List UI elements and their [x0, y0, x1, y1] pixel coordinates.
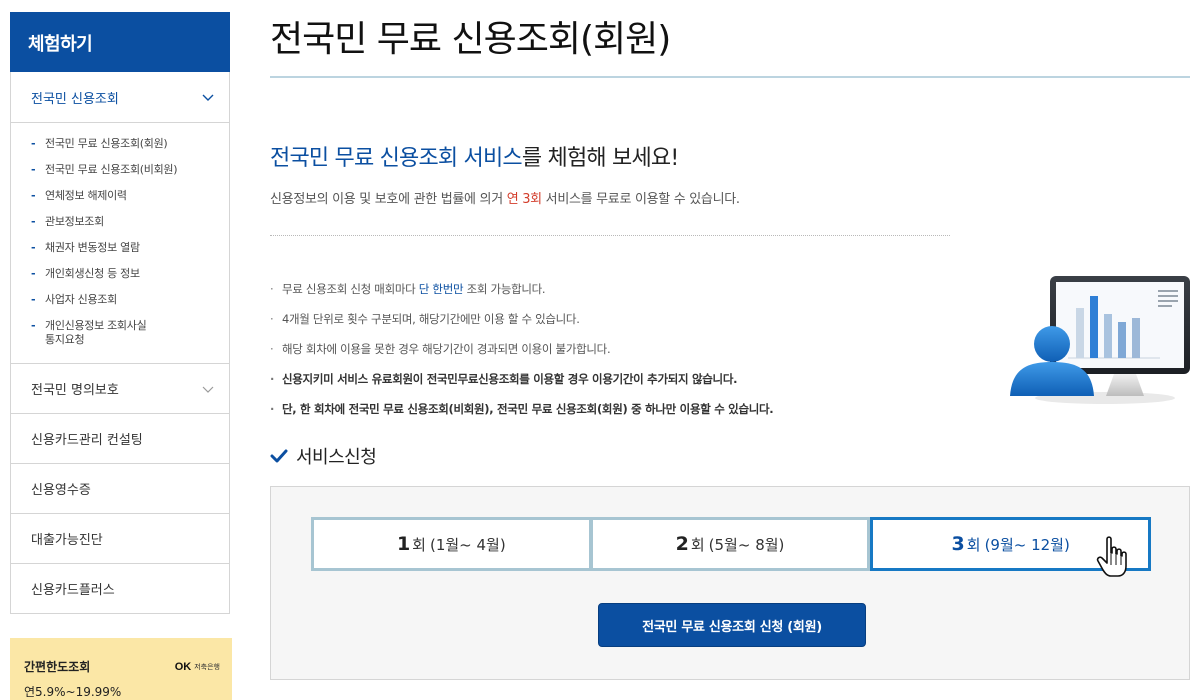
round-number: 1	[396, 533, 411, 555]
notice-text: 4개월 단위로 횟수 구분되며, 해당기간에만 이용 할 수 있습니다.	[282, 312, 580, 326]
ok-savings-bank-logo: OK 저축은행	[175, 661, 220, 673]
sidebar-title: 체험하기	[10, 12, 230, 72]
dash-icon: -	[31, 189, 36, 202]
round-number: 2	[675, 533, 689, 555]
sidebar-menu: 전국민 신용조회 - 전국민 무료 신용조회(회원) - 전국민 무료 신용조회(비…	[10, 72, 230, 614]
submenu-label: 개인신용정보 조회사실 통지요청	[45, 319, 147, 346]
sidebar: 체험하기 전국민 신용조회 - 전국민 무료 신용조회(회원) - 전국민 무료 신…	[10, 12, 230, 614]
chevron-down-icon	[202, 386, 214, 393]
promo-rate: 연5.9%~19.99%	[24, 685, 122, 699]
hand-pointer-cursor-icon	[1096, 536, 1127, 577]
notice-item: · 4개월 단위로 횟수 구분되며, 해당기간에만 이용 할 수 있습니다.	[270, 311, 970, 341]
notice-item: · 해당 회차에 이용을 못한 경우 해당기간이 경과되면 이용이 불가합니다.	[270, 341, 970, 371]
sidebar-item-national-credit-inquiry[interactable]: 전국민 신용조회	[11, 72, 229, 122]
round-unit: 회	[966, 535, 981, 554]
service-title: 서비스신청	[296, 447, 377, 468]
bullet-icon: ·	[270, 372, 275, 386]
dash-icon: -	[31, 319, 36, 332]
promo-title: 간편한도조회	[24, 660, 91, 674]
bullet-icon: ·	[270, 402, 275, 416]
logo-subtext: 저축은행	[194, 662, 220, 671]
notice-text: 신용지키미 서비스 유료회원이 전국민무료신용조회를 이용할 경우 이용기간이 …	[282, 372, 738, 386]
sidebar-submenu: - 전국민 무료 신용조회(회원) - 전국민 무료 신용조회(비회원) - 연체정보…	[11, 122, 229, 363]
round-period: (9월~ 12월)	[984, 535, 1070, 554]
title-divider	[270, 76, 1190, 78]
dash-icon: -	[31, 215, 36, 228]
notice-text: 해당 회차에 이용을 못한 경우 해당기간이 경과되면 이용이 불가합니다.	[282, 342, 611, 356]
dash-icon: -	[31, 137, 36, 150]
notice-text: 무료 신용조회 신청 매회마다	[282, 282, 419, 296]
notice-text: 단, 한 회차에 전국민 무료 신용조회(비회원), 전국민 무료 신용조회(회…	[282, 402, 774, 416]
round-number: 3	[951, 533, 965, 555]
sidebar-item-label: 신용카드관리 컨설팅	[31, 433, 143, 448]
bullet-icon: ·	[270, 342, 274, 356]
intro-heading: 전국민 무료 신용조회 서비스를 체험해 보세요!	[270, 140, 679, 172]
dash-icon: -	[31, 241, 36, 254]
intro-rest: 를 체험해 보세요!	[521, 146, 679, 171]
intro-description: 신용정보의 이용 및 보호에 관한 법률에 의거 연 3회 서비스를 무료로 이…	[270, 188, 740, 207]
intro-highlight: 전국민 무료 신용조회 서비스	[270, 146, 523, 171]
notice-item: · 단, 한 회차에 전국민 무료 신용조회(비회원), 전국민 무료 신용조회(…	[270, 401, 970, 431]
sidebar-item-credit-receipt[interactable]: 신용영수증	[11, 463, 229, 513]
submenu-item-gazette-inquiry[interactable]: - 관보정보조회	[31, 215, 229, 229]
desc-text: 신용정보의 이용 및 보호에 관한 법률에 의거	[270, 192, 507, 207]
round-2-option[interactable]: 2 회 (5월~ 8월)	[591, 517, 871, 571]
sidebar-item-label: 전국민 신용조회	[31, 91, 119, 107]
sidebar-item-loan-diagnosis[interactable]: 대출가능진단	[11, 513, 229, 563]
submenu-label: 전국민 무료 신용조회(비회원)	[45, 163, 178, 176]
submenu-label: 개인회생신청 등 정보	[45, 267, 140, 280]
submenu-label: 연체정보 해제이력	[45, 189, 127, 202]
logo-text: OK	[174, 660, 192, 673]
service-panel: 1 회 (1월~ 4월) 2 회 (5월~ 8월) 3 회 (9월~ 12월) …	[270, 486, 1190, 680]
submenu-item-rehabilitation-info[interactable]: - 개인회생신청 등 정보	[31, 267, 229, 281]
dash-icon: -	[31, 293, 36, 306]
round-period: (5월~ 8월)	[708, 535, 785, 554]
submenu-label: 채권자 변동정보 열람	[45, 241, 140, 254]
chevron-up-icon	[202, 94, 214, 101]
desc-highlight: 연 3회	[506, 192, 542, 207]
submenu-label: 관보정보조회	[45, 215, 104, 228]
check-icon	[270, 449, 288, 463]
sidebar-item-identity-protection[interactable]: 전국민 명의보호	[11, 363, 229, 413]
round-period: (1월~ 4월)	[429, 535, 506, 554]
submenu-item-free-inquiry-member[interactable]: - 전국민 무료 신용조회(회원)	[31, 137, 229, 151]
sidebar-item-card-consulting[interactable]: 신용카드관리 컨설팅	[11, 413, 229, 463]
sidebar-item-label: 신용카드플러스	[31, 583, 115, 598]
submenu-item-delinquency-history[interactable]: - 연체정보 해제이력	[31, 189, 229, 203]
page-title: 전국민 무료 신용조회(회원)	[270, 19, 671, 60]
submenu-item-inquiry-notification[interactable]: - 개인신용정보 조회사실 통지요청	[31, 319, 229, 347]
dash-icon: -	[31, 267, 36, 280]
notice-item: · 무료 신용조회 신청 매회마다 단 한번만 조회 가능합니다.	[270, 281, 970, 311]
apply-button[interactable]: 전국민 무료 신용조회 신청 (회원)	[598, 603, 866, 647]
sidebar-item-card-plus[interactable]: 신용카드플러스	[11, 563, 229, 613]
submenu-item-business-inquiry[interactable]: - 사업자 신용조회	[31, 293, 229, 307]
round-1-option[interactable]: 1 회 (1월~ 4월)	[311, 517, 592, 571]
notice-list: · 무료 신용조회 신청 매회마다 단 한번만 조회 가능합니다. · 4개월 단위…	[270, 281, 970, 431]
user-monitor-illustration-icon	[1010, 276, 1190, 404]
promo-banner[interactable]: 간편한도조회 OK 저축은행 연5.9%~19.99%	[10, 638, 232, 700]
submenu-item-creditor-change[interactable]: - 채권자 변동정보 열람	[31, 241, 229, 255]
bullet-icon: ·	[270, 312, 274, 326]
dotted-divider	[270, 235, 950, 236]
service-heading: 서비스신청	[270, 443, 377, 469]
round-unit: 회	[412, 535, 426, 554]
notice-text: 조회 가능합니다.	[463, 282, 546, 296]
submenu-label: 전국민 무료 신용조회(회원)	[45, 137, 168, 150]
submenu-label: 사업자 신용조회	[45, 293, 117, 306]
dash-icon: -	[31, 163, 36, 176]
notice-item: · 신용지키미 서비스 유료회원이 전국민무료신용조회를 이용할 경우 이용기간이…	[270, 371, 970, 401]
bullet-icon: ·	[270, 282, 274, 296]
sidebar-item-label: 신용영수증	[31, 483, 91, 498]
round-unit: 회	[690, 535, 705, 554]
sidebar-item-label: 대출가능진단	[31, 533, 103, 548]
submenu-item-free-inquiry-nonmember[interactable]: - 전국민 무료 신용조회(비회원)	[31, 163, 229, 177]
round-selector: 1 회 (1월~ 4월) 2 회 (5월~ 8월) 3 회 (9월~ 12월)	[311, 517, 1152, 571]
desc-text: 서비스를 무료로 이용할 수 있습니다.	[541, 192, 740, 207]
main-content: 전국민 무료 신용조회(회원) 전국민 무료 신용조회 서비스를 체험해 보세요…	[270, 0, 1190, 700]
sidebar-item-label: 전국민 명의보호	[31, 383, 119, 398]
notice-highlight: 단 한번만	[418, 282, 464, 296]
